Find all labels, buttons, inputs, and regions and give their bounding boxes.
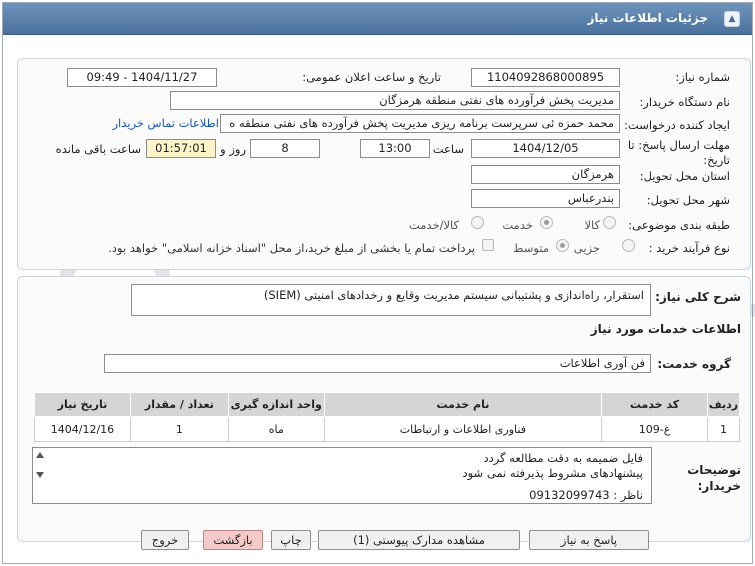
buyer-note-line: ناظر : 09132099743 xyxy=(529,488,643,502)
announce-field[interactable]: 1404/11/27 - 09:49 xyxy=(67,68,217,87)
requester-field[interactable]: محمد حمزه ئی سرپرست برنامه ریزی مدیریت پ… xyxy=(220,114,620,133)
print-button[interactable]: چاپ xyxy=(271,530,311,550)
days-label: روز و xyxy=(220,142,246,156)
process-radio-medium[interactable] xyxy=(556,239,569,252)
table-row[interactable]: 1404/12/16 1 ماه فناوری اطلاعات و ارتباط… xyxy=(34,416,741,442)
treasury-checkbox[interactable] xyxy=(482,239,494,251)
province-field[interactable]: هرمزگان xyxy=(471,165,620,184)
cell-unit: ماه xyxy=(227,416,325,442)
buyer-note-line: فایل ضمیمه به دقت مطالعه گردد xyxy=(483,451,643,465)
process-label: نوع فرآیند خرید : xyxy=(648,241,730,255)
category-label: طبقه بندی موضوعی: xyxy=(628,218,730,232)
cell-row: 1 xyxy=(706,416,741,442)
deadline-time-field[interactable]: 13:00 xyxy=(360,139,430,158)
services-heading: اطلاعات خدمات مورد نیاز xyxy=(590,322,741,336)
need-number-field[interactable]: 1104092868000895 xyxy=(471,68,620,87)
deadline-date-field[interactable]: 1404/12/05 xyxy=(471,139,620,158)
process-option-medium: متوسط xyxy=(512,241,549,255)
window-titlebar: جزئیات اطلاعات نیاز ▲ xyxy=(3,3,752,35)
contact-buyer-link[interactable]: اطلاعات تماس خریدار xyxy=(112,116,219,130)
col-need-date: تاریخ نیاز xyxy=(34,392,131,417)
city-label: شهر محل تحویل: xyxy=(646,193,730,207)
table-header-row: تاریخ نیاز تعداد / مقدار واحد اندازه گیر… xyxy=(34,392,741,417)
col-quantity: تعداد / مقدار xyxy=(129,392,229,417)
buyer-org-field[interactable]: مدیریت پخش فرآورده های نفتی منطقه هرمزگا… xyxy=(170,91,620,110)
category-option-service: خدمت xyxy=(502,218,533,232)
buyer-note-line: پیشنهادهای مشروط پذیرفته نمی شود xyxy=(462,466,643,480)
scroll-down-icon xyxy=(36,472,44,478)
col-row: ردیف xyxy=(706,392,741,417)
remaining-label: ساعت باقی مانده xyxy=(55,142,141,156)
notes-scrollbar[interactable] xyxy=(34,448,46,500)
process-radio-minor[interactable] xyxy=(622,239,635,252)
remaining-time-field: 01:57:01 xyxy=(146,139,216,158)
buyer-notes-textarea[interactable]: فایل ضمیمه به دقت مطالعه گردد پیشنهادهای… xyxy=(32,447,652,504)
category-radio-both[interactable] xyxy=(471,216,484,229)
window-title: جزئیات اطلاعات نیاز xyxy=(587,11,708,25)
process-option-minor: جزیی xyxy=(573,241,600,255)
cell-need-date: 1404/12/16 xyxy=(34,416,131,442)
cell-service-code: غ-109 xyxy=(601,416,708,442)
buyer-notes-label: توضیحات خریدار: xyxy=(687,463,741,493)
service-group-field[interactable]: فن آوری اطلاعات xyxy=(104,354,651,373)
reply-button[interactable]: پاسخ به نیاز xyxy=(529,530,649,550)
city-field[interactable]: بندرعباس xyxy=(471,189,620,208)
treasury-note: پرداخت تمام یا بخشی از مبلغ خرید،از محل … xyxy=(108,241,475,255)
back-button[interactable]: بازگشت xyxy=(203,530,263,550)
category-radio-service[interactable] xyxy=(540,216,553,229)
days-field[interactable]: 8 xyxy=(250,139,320,158)
scroll-up-icon xyxy=(36,452,44,458)
category-radio-goods[interactable] xyxy=(603,216,616,229)
service-group-label: گروه خدمت: xyxy=(657,357,731,371)
requester-label: ایجاد کننده درخواست: xyxy=(624,118,730,132)
col-service-code: کد خدمت xyxy=(601,392,708,417)
services-table: تاریخ نیاز تعداد / مقدار واحد اندازه گیر… xyxy=(34,392,741,442)
cell-service-name: فناوری اطلاعات و ارتباطات xyxy=(323,416,603,442)
buyer-org-label: نام دستگاه خریدار: xyxy=(639,95,730,109)
need-number-label: شماره نیاز: xyxy=(675,70,730,84)
col-unit: واحد اندازه گیری xyxy=(227,392,325,417)
exit-button[interactable]: خروج xyxy=(141,530,189,550)
collapse-icon[interactable]: ▲ xyxy=(724,11,740,27)
province-label: استان محل تحویل: xyxy=(639,169,730,183)
col-service-name: نام خدمت xyxy=(323,392,603,417)
description-label: شرح کلی نیاز: xyxy=(655,290,741,304)
cell-quantity: 1 xyxy=(129,416,229,442)
deadline-label: مهلت ارسال پاسخ: تا تاریخ: xyxy=(627,138,730,167)
category-option-goods: کالا xyxy=(584,218,600,232)
time-label: ساعت xyxy=(432,142,464,156)
announce-label: تاریخ و ساعت اعلان عمومی: xyxy=(302,70,441,84)
description-textarea[interactable]: استقرار، راه‌اندازی و پشتیبانی سیستم مدی… xyxy=(131,284,651,316)
view-attachments-button[interactable]: مشاهده مدارک پیوستی (1) xyxy=(318,530,520,550)
category-option-both: کالا/خدمت xyxy=(408,218,459,232)
